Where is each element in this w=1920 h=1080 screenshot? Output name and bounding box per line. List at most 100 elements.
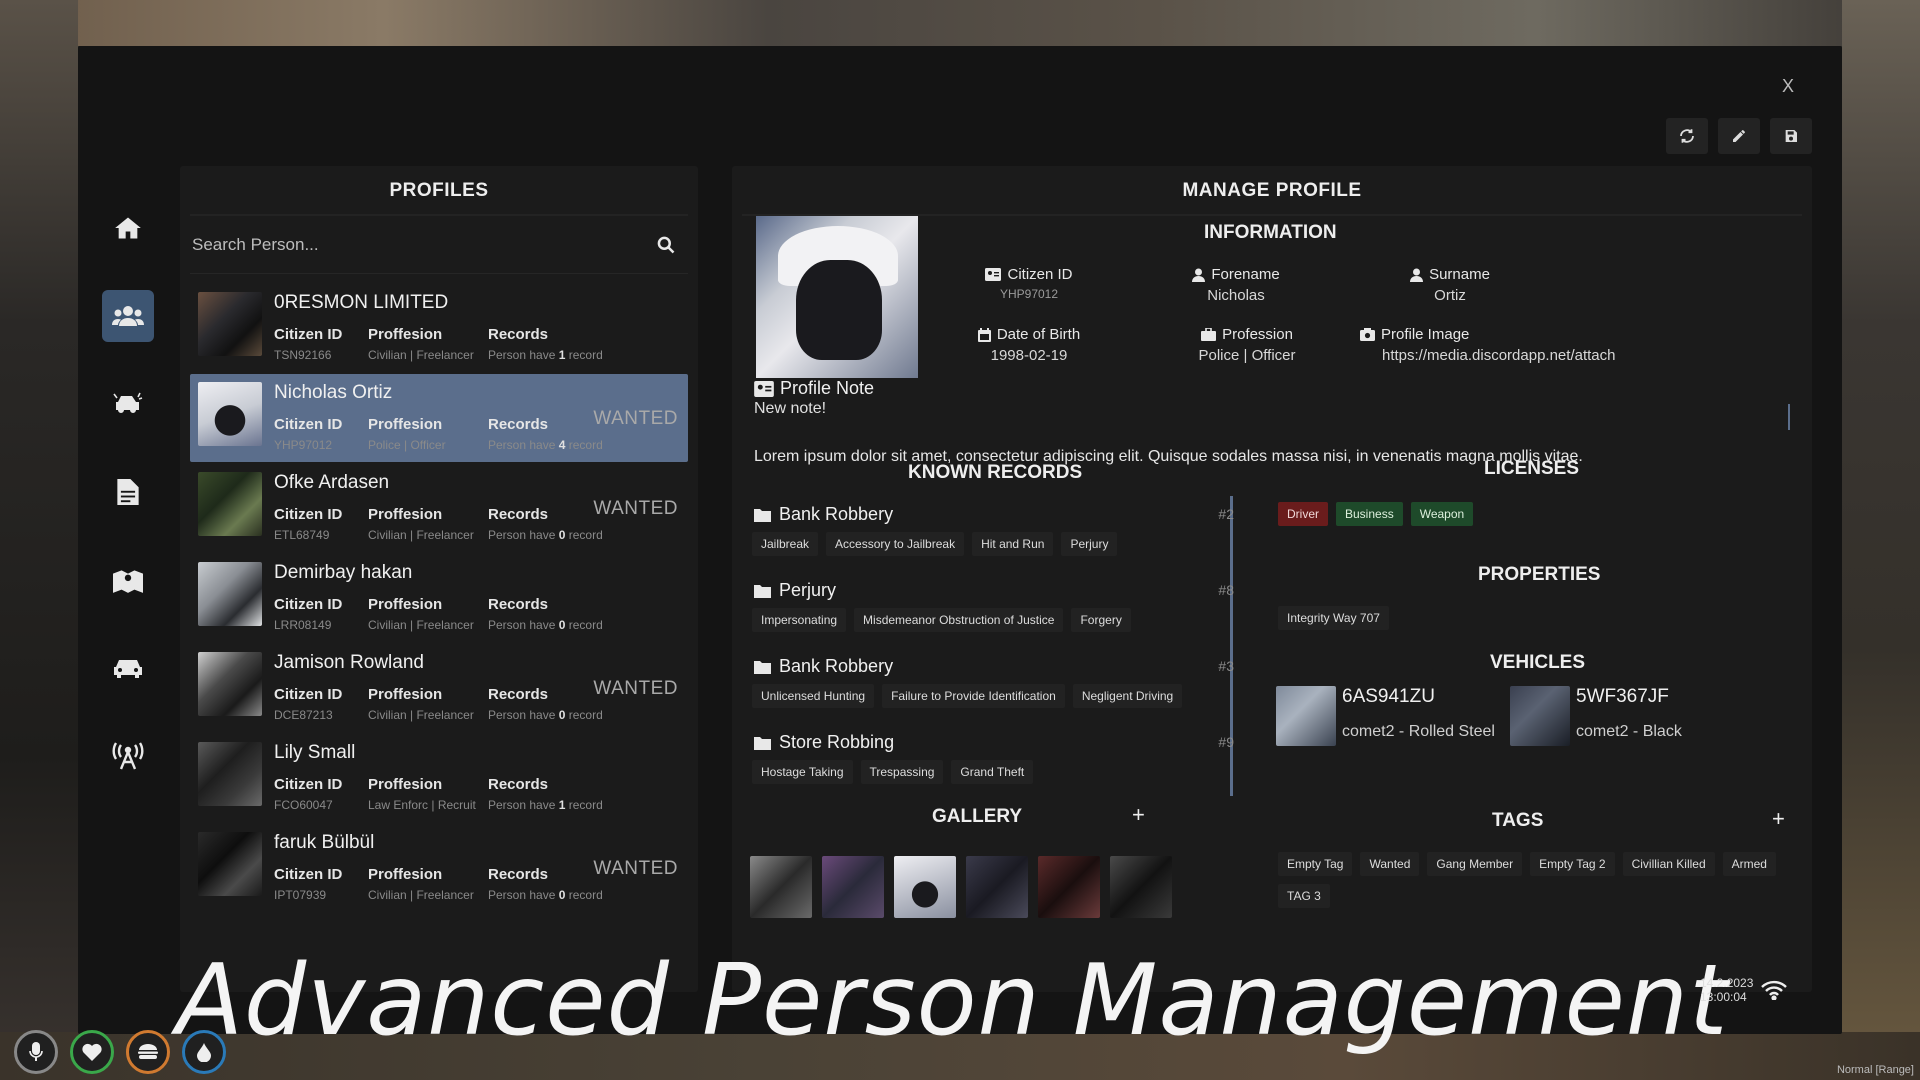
gallery-add-button[interactable]: + bbox=[1132, 802, 1145, 828]
license-driver[interactable]: Driver bbox=[1278, 502, 1328, 526]
refresh-button[interactable] bbox=[1666, 118, 1708, 154]
nav-vehicles[interactable] bbox=[102, 642, 154, 694]
profession-value: Police | Officer bbox=[1198, 347, 1296, 364]
save-button[interactable] bbox=[1770, 118, 1812, 154]
profession-field[interactable]: Profession Police | Officer bbox=[1162, 326, 1332, 364]
citizen-id-value: FCO60047 bbox=[274, 798, 333, 812]
profile-card[interactable]: Demirbay hakan Citizen ID LRR08149 Proffe… bbox=[190, 554, 688, 642]
forename-field[interactable]: Forename Nicholas bbox=[1166, 266, 1306, 304]
profile-tag[interactable]: Wanted bbox=[1360, 852, 1420, 876]
map-icon bbox=[113, 570, 143, 593]
profile-image-field[interactable]: Profile Image https://media.discordapp.n… bbox=[1360, 326, 1690, 364]
nav-home[interactable] bbox=[102, 202, 154, 254]
record-title: Bank Robbery bbox=[779, 656, 894, 676]
citizen-id-col: Citizen ID LRR08149 bbox=[274, 596, 342, 632]
license-weapon[interactable]: Weapon bbox=[1410, 502, 1474, 526]
profile-name: Demirbay hakan bbox=[274, 562, 413, 583]
charge-tag: Unlicensed Hunting bbox=[752, 684, 875, 708]
citizen-id-field: Citizen ID YHP97012 bbox=[954, 266, 1104, 301]
property-item[interactable]: Integrity Way 707 bbox=[1278, 606, 1389, 630]
profile-card-selected[interactable]: Nicholas Ortiz Citizen ID YHP97012 Proffe… bbox=[190, 374, 688, 462]
profile-tag[interactable]: Empty Tag 2 bbox=[1530, 852, 1615, 876]
profession-value: Civilian | Freelancer bbox=[368, 888, 474, 902]
gallery-image[interactable] bbox=[966, 856, 1028, 918]
dob-field[interactable]: Date of Birth 1998-02-19 bbox=[954, 326, 1104, 364]
profession-value: Police | Officer bbox=[368, 438, 446, 452]
nav-reports[interactable] bbox=[102, 466, 154, 518]
search-input[interactable] bbox=[192, 234, 656, 255]
records-header: Records bbox=[488, 686, 549, 703]
records-col: Records Person have 0 record bbox=[488, 596, 603, 632]
profile-thumbnail bbox=[198, 832, 262, 896]
close-button[interactable]: X bbox=[1782, 76, 1794, 97]
record-item[interactable]: Bank Robbery #2 Jailbreak Accessory to J… bbox=[744, 498, 1244, 574]
nav-map[interactable] bbox=[102, 554, 154, 606]
vehicle-card[interactable]: 6AS941ZU comet2 - Rolled Steel bbox=[1276, 686, 1506, 766]
profile-card[interactable]: faruk Bülbül Citizen ID IPT07939 Proffesi… bbox=[190, 824, 688, 912]
photo-face bbox=[796, 260, 882, 360]
record-item[interactable]: Store Robbing #9 Hostage Taking Trespass… bbox=[744, 726, 1244, 800]
id-card-icon bbox=[985, 268, 1002, 281]
profile-tag[interactable]: Armed bbox=[1722, 852, 1776, 876]
note-scrollbar[interactable] bbox=[1788, 404, 1790, 430]
gallery-image[interactable] bbox=[1110, 856, 1172, 918]
profile-card[interactable]: Lily Small Citizen ID FCO60047 Proffesion… bbox=[190, 734, 688, 822]
record-item[interactable]: Perjury #8 Impersonating Misdemeanor Obs… bbox=[744, 574, 1244, 650]
license-business[interactable]: Business bbox=[1336, 502, 1403, 526]
information-title: INFORMATION bbox=[1204, 222, 1337, 243]
profile-thumbnail bbox=[198, 472, 262, 536]
nav-dispatch[interactable] bbox=[102, 730, 154, 782]
citizen-id-col: Citizen ID ETL68749 bbox=[274, 506, 342, 542]
citizen-id-col: Citizen ID TSN92166 bbox=[274, 326, 342, 362]
profile-tag[interactable]: Gang Member bbox=[1427, 852, 1523, 876]
records-col: Records Person have 0 record bbox=[488, 686, 603, 722]
citizen-id-value: LRR08149 bbox=[274, 618, 332, 632]
profile-card[interactable]: Jamison Rowland Citizen ID DCE87213 Proff… bbox=[190, 644, 688, 732]
surname-field[interactable]: Surname Ortiz bbox=[1380, 266, 1520, 304]
charge-tag: Jailbreak bbox=[752, 532, 819, 556]
gallery-image[interactable] bbox=[822, 856, 884, 918]
citizen-id-value: IPT07939 bbox=[274, 888, 327, 902]
users-icon bbox=[112, 306, 144, 326]
nav-profiles[interactable] bbox=[102, 290, 154, 342]
car-icon bbox=[114, 660, 142, 678]
edit-button[interactable] bbox=[1718, 118, 1760, 154]
gallery-image[interactable] bbox=[894, 856, 956, 918]
citizen-id-header: Citizen ID bbox=[274, 866, 343, 883]
profile-card[interactable]: 0RESMON LIMITED Citizen ID TSN92166 Proff… bbox=[190, 284, 688, 372]
citizen-id-value: DCE87213 bbox=[274, 708, 333, 722]
search-icon[interactable] bbox=[656, 235, 676, 255]
folder-icon bbox=[754, 660, 771, 674]
calendar-icon bbox=[977, 327, 991, 342]
home-icon bbox=[115, 217, 141, 239]
profession-col: Proffesion Police | Officer bbox=[368, 416, 446, 452]
citizen-id-value: ETL68749 bbox=[274, 528, 330, 542]
records-col: Records Person have 1 record bbox=[488, 326, 603, 362]
microphone-icon bbox=[29, 1042, 43, 1061]
properties-title: PROPERTIES bbox=[1478, 564, 1601, 585]
charge-tag: Impersonating bbox=[752, 608, 847, 632]
records-header: Records bbox=[488, 326, 549, 343]
nav-incidents[interactable] bbox=[102, 378, 154, 430]
records-value: Person have 4 record bbox=[488, 438, 603, 452]
profile-tag[interactable]: Civillian Killed bbox=[1622, 852, 1715, 876]
records-col: Records Person have 1 record bbox=[488, 776, 603, 812]
citizen-id-value: YHP97012 bbox=[274, 438, 333, 452]
records-value: Person have 0 record bbox=[488, 708, 603, 722]
profile-tag[interactable]: Empty Tag bbox=[1278, 852, 1353, 876]
profile-tag[interactable]: TAG 3 bbox=[1278, 884, 1330, 908]
forename-value: Nicholas bbox=[1207, 287, 1265, 304]
gallery-image[interactable] bbox=[1038, 856, 1100, 918]
vehicle-card[interactable]: 5WF367JF comet2 - Black bbox=[1510, 686, 1740, 766]
profile-photo[interactable] bbox=[756, 216, 918, 378]
profile-card[interactable]: Ofke Ardasen Citizen ID ETL68749 Proffesi… bbox=[190, 464, 688, 552]
profession-value: Civilian | Freelancer bbox=[368, 348, 474, 362]
profile-list: 0RESMON LIMITED Citizen ID TSN92166 Proff… bbox=[190, 284, 688, 912]
wanted-label: WANTED bbox=[593, 408, 678, 429]
manage-profile-title: MANAGE PROFILE bbox=[1182, 180, 1362, 201]
record-item[interactable]: Bank Robbery #3 Unlicensed Hunting Failu… bbox=[744, 650, 1244, 726]
briefcase-icon bbox=[1201, 328, 1217, 341]
gallery-image[interactable] bbox=[750, 856, 812, 918]
profile-note-subtitle[interactable]: New note! bbox=[754, 400, 826, 418]
tags-add-button[interactable]: + bbox=[1772, 806, 1785, 832]
